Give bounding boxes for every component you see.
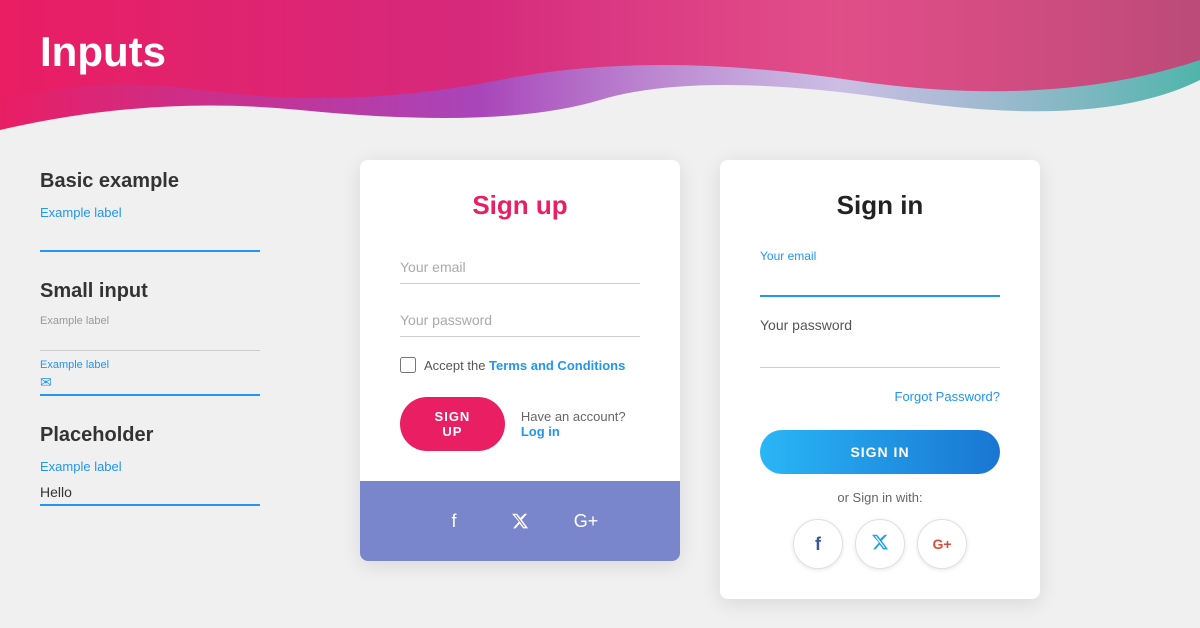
small-input-2[interactable] bbox=[58, 376, 260, 390]
placeholder-input[interactable] bbox=[40, 480, 260, 506]
signin-twitter-button[interactable] bbox=[855, 519, 905, 569]
small-label-2: Example label bbox=[40, 359, 320, 371]
have-account-text: Have an account? Log in bbox=[521, 409, 640, 439]
signin-button[interactable]: SIGN IN bbox=[760, 430, 1000, 474]
small-input-title: Small input bbox=[40, 280, 320, 303]
signin-title: Sign in bbox=[760, 190, 1000, 221]
icon-input-wrapper: ✉ bbox=[40, 374, 260, 396]
placeholder-section: Placeholder Example label bbox=[40, 424, 320, 506]
signin-password-input[interactable] bbox=[760, 339, 1000, 368]
page-title: Inputs bbox=[40, 28, 166, 76]
facebook-icon: f bbox=[815, 534, 821, 555]
twitter-icon bbox=[871, 533, 889, 556]
placeholder-title: Placeholder bbox=[40, 424, 320, 447]
googleplus-icon: G+ bbox=[932, 536, 951, 552]
signup-title: Sign up bbox=[400, 190, 640, 221]
signin-facebook-button[interactable]: f bbox=[793, 519, 843, 569]
signin-password-label: Your password bbox=[760, 317, 1000, 333]
placeholder-label: Example label bbox=[40, 459, 320, 474]
signup-email-field bbox=[400, 251, 640, 284]
signup-card-footer: f G+ bbox=[360, 481, 680, 561]
terms-checkbox-row: Accept the Terms and Conditions bbox=[400, 357, 640, 373]
basic-example-section: Basic example Example label bbox=[40, 170, 320, 252]
small-input-1[interactable] bbox=[40, 330, 260, 351]
forgot-password-container: Forgot Password? bbox=[760, 388, 1000, 406]
basic-example-label: Example label bbox=[40, 205, 320, 220]
signin-email-label: Your email bbox=[760, 249, 1000, 263]
forgot-password-link[interactable]: Forgot Password? bbox=[895, 389, 1001, 404]
signin-googleplus-button[interactable]: G+ bbox=[917, 519, 967, 569]
signup-action-row: SIGN UP Have an account? Log in bbox=[400, 397, 640, 451]
small-input-container-2: Example label ✉ bbox=[40, 359, 320, 396]
small-input-section: Small input Example label Example label … bbox=[40, 280, 320, 396]
signin-social-buttons: f G+ bbox=[760, 519, 1000, 569]
mail-icon: ✉ bbox=[40, 374, 52, 391]
signup-googleplus-icon[interactable]: G+ bbox=[568, 503, 604, 539]
terms-checkbox[interactable] bbox=[400, 357, 416, 373]
small-label-1: Example label bbox=[40, 315, 320, 327]
signin-password-field: Your password bbox=[760, 317, 1000, 368]
signup-email-input[interactable] bbox=[400, 251, 640, 284]
basic-example-title: Basic example bbox=[40, 170, 320, 193]
header-background bbox=[0, 0, 1200, 160]
signup-twitter-icon[interactable] bbox=[502, 503, 538, 539]
main-content: Basic example Example label Small input … bbox=[0, 140, 1200, 628]
checkbox-label: Accept the Terms and Conditions bbox=[424, 358, 625, 373]
signup-card: Sign up Accept the Terms and Conditions … bbox=[360, 160, 680, 561]
signin-email-input[interactable] bbox=[760, 267, 1000, 297]
signup-card-body: Sign up Accept the Terms and Conditions … bbox=[360, 160, 680, 481]
signup-password-input[interactable] bbox=[400, 304, 640, 337]
basic-example-input[interactable] bbox=[40, 226, 260, 252]
signin-email-field: Your email bbox=[760, 249, 1000, 297]
login-link[interactable]: Log in bbox=[521, 424, 560, 439]
signup-password-field bbox=[400, 304, 640, 337]
or-signin-text: or Sign in with: bbox=[760, 490, 1000, 505]
small-input-container-1: Example label bbox=[40, 315, 320, 351]
signup-button[interactable]: SIGN UP bbox=[400, 397, 505, 451]
signin-card: Sign in Your email Your password Forgot … bbox=[720, 160, 1040, 599]
signup-facebook-icon[interactable]: f bbox=[436, 503, 472, 539]
left-panel: Basic example Example label Small input … bbox=[40, 160, 320, 534]
terms-link[interactable]: Terms and Conditions bbox=[489, 358, 625, 373]
